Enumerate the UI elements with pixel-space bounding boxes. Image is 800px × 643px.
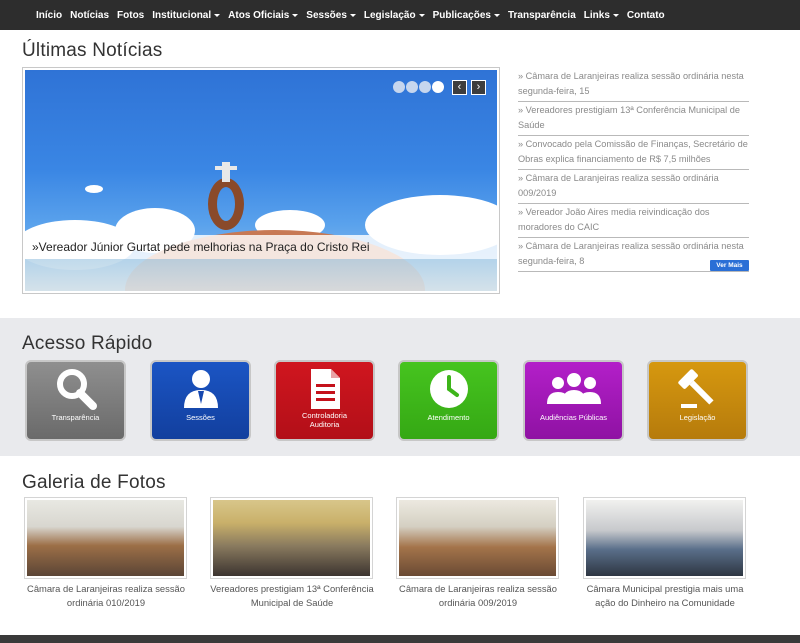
top-navbar: Início Notícias Fotos Institucional Atos… [0,0,800,30]
tile-label: Atendimento [427,413,470,422]
news-section-title: Últimas Notícias [22,40,163,61]
nav-institucional[interactable]: Institucional [152,9,221,21]
chevron-down-icon [612,13,619,17]
nav-sessoes-label: Sessões [306,9,347,21]
nav-publicacoes[interactable]: Publicações [433,10,500,21]
nav-publicacoes-label: Publicações [432,9,491,21]
tile-label: Controladoria Auditoria [276,411,373,429]
quick-access-title: Acesso Rápido [22,333,153,354]
cloud-shape [85,185,103,193]
nav-links-label: Links [583,9,610,21]
group-icon [525,366,622,412]
see-more-button[interactable]: Ver Mais [710,260,749,271]
tile-label: Transparência [51,413,100,422]
nav-atos-oficiais-label: Atos Oficiais [228,9,290,21]
gallery-photo[interactable] [24,497,187,579]
nav-contato[interactable]: Contato [627,10,665,21]
slider-next-button[interactable]: › [471,80,486,95]
footer-strip [0,635,800,643]
slider-dots [393,81,444,93]
gavel-icon [649,366,746,412]
chevron-down-icon [292,13,299,17]
nav-legislacao-label: Legislação [363,9,416,21]
photo-health-conference [213,500,370,576]
statue-arms [215,166,237,170]
slide-image[interactable]: »Vereador Júnior Gurtat pede melhorias n… [25,70,497,291]
chevron-down-icon [493,13,500,17]
tile-atendimento[interactable]: Atendimento [398,360,499,441]
slider-dot[interactable] [406,81,418,93]
monument-ring [208,178,244,230]
gallery-title: Galeria de Fotos [22,472,166,493]
chevron-down-icon [418,13,425,17]
tile-label: Legislação [679,413,716,422]
photo-caption[interactable]: Vereadores prestigiam 13ª Conferência Mu… [207,582,377,610]
statue-figure [222,162,230,182]
chevron-down-icon [214,13,221,17]
slider-prev-button[interactable]: ‹ [452,80,467,95]
tile-label-line: Controladoria Auditoria [301,411,348,429]
photo-session-009 [399,500,556,576]
photo-caption[interactable]: Câmara de Laranjeiras realiza sessão ord… [393,582,563,610]
photo-caption[interactable]: Câmara Municipal prestigia mais uma ação… [580,582,750,610]
nav-links[interactable]: Links [584,10,619,21]
search-icon [27,366,124,412]
clock-icon [400,366,497,412]
nav-institucional-label: Institucional [152,9,212,21]
news-list: » Câmara de Laranjeiras realiza sessão o… [518,68,749,272]
tile-label: Audiências Públicas [539,413,608,422]
photo-caption[interactable]: Câmara de Laranjeiras realiza sessão ord… [21,582,191,610]
news-link[interactable]: » Convocado pela Comissão de Finanças, S… [518,136,749,170]
nav-sessoes[interactable]: Sessões [306,10,356,21]
slider-dot[interactable] [419,81,431,93]
nav-transparencia[interactable]: Transparência [508,10,576,21]
gallery-photo[interactable] [210,497,373,579]
slider-dot[interactable] [393,81,405,93]
user-icon [152,366,249,412]
nav-fotos[interactable]: Fotos [117,10,144,21]
tile-sessoes[interactable]: Sessões [150,360,251,441]
tile-audiencias-publicas[interactable]: Audiências Públicas [523,360,624,441]
news-link[interactable]: » Vereador João Aires media reivindicaçã… [518,204,749,238]
gallery-photo[interactable] [396,497,559,579]
news-slider[interactable]: »Vereador Júnior Gurtat pede melhorias n… [22,67,500,294]
gallery-photo[interactable] [583,497,746,579]
news-link[interactable]: » Câmara de Laranjeiras realiza sessão o… [518,68,749,102]
nav-atos-oficiais[interactable]: Atos Oficiais [228,9,299,21]
news-link[interactable]: » Câmara de Laranjeiras realiza sessão o… [518,170,749,204]
nav-legislacao[interactable]: Legislação [364,10,425,21]
chevron-down-icon [349,13,356,17]
slider-dot-active[interactable] [432,81,444,93]
nav-inicio[interactable]: Início [36,10,62,21]
news-link[interactable]: » Vereadores prestigiam 13ª Conferência … [518,102,749,136]
tile-controladoria[interactable]: Controladoria Auditoria [274,360,375,441]
tile-label: Sessões [186,413,215,422]
plaza-ground [25,259,497,291]
photo-dinheiro-comunidade [586,500,743,576]
tile-transparencia[interactable]: Transparência [25,360,126,441]
slide-caption[interactable]: »Vereador Júnior Gurtat pede melhorias n… [25,235,497,259]
photo-session-010 [27,500,184,576]
document-icon [276,366,373,412]
tile-legislacao[interactable]: Legislação [647,360,748,441]
nav-noticias[interactable]: Notícias [70,10,109,21]
